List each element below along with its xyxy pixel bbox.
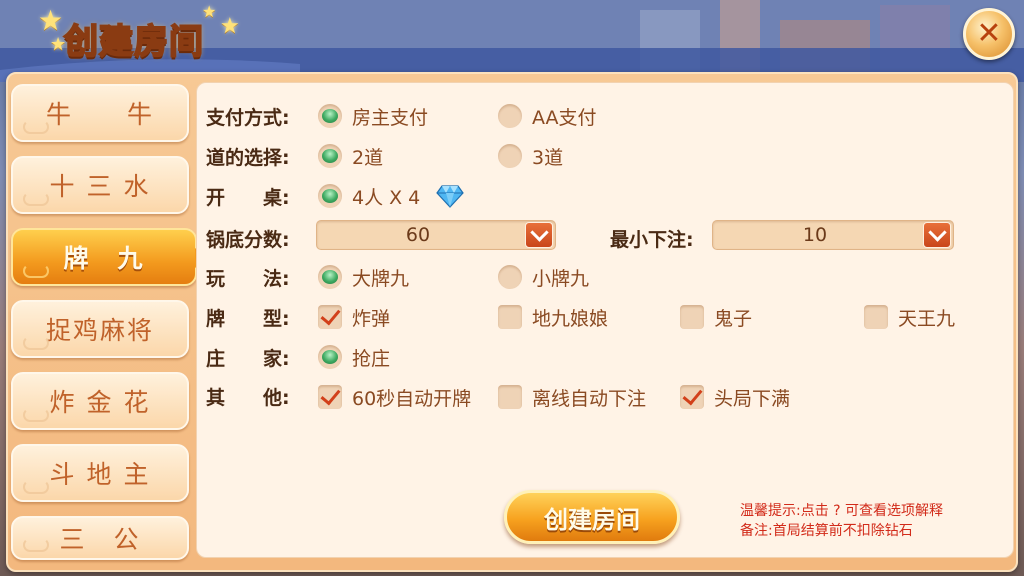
- card-type-tianwangjiu[interactable]: 天王九: [864, 304, 955, 330]
- tab-sangong[interactable]: 三 公: [11, 516, 189, 560]
- swirl-decoration-icon: [23, 120, 49, 134]
- checkbox-checked-icon[interactable]: [680, 385, 704, 409]
- play-option-big[interactable]: 大牌九: [318, 264, 409, 290]
- other-label: 其 他:: [206, 387, 290, 409]
- checkbox-checked-icon[interactable]: [318, 385, 342, 409]
- radio-icon[interactable]: [498, 265, 522, 289]
- min-bet-value: 10: [802, 224, 828, 246]
- radio-selected-icon[interactable]: [318, 184, 342, 208]
- swirl-decoration-icon: [23, 192, 49, 206]
- radio-selected-icon[interactable]: [318, 265, 342, 289]
- create-room-button[interactable]: 创建房间: [504, 490, 680, 544]
- star-icon: ★: [220, 14, 240, 39]
- table-label: 开 桌:: [206, 187, 290, 209]
- close-button[interactable]: ✕: [963, 8, 1015, 60]
- tip-help-text[interactable]: 温馨提示:点击 ? 可查看选项解释: [740, 500, 943, 520]
- tip-note-text: 备注:首局结算前不扣除钻石: [740, 523, 913, 539]
- other-option-autoopen[interactable]: 60秒自动开牌: [318, 384, 471, 410]
- tab-label: 捉鸡麻将: [45, 316, 154, 345]
- tab-niuniu[interactable]: 牛 牛: [11, 84, 189, 142]
- tab-doudizhu[interactable]: 斗 地 主: [11, 444, 189, 502]
- swirl-decoration-icon: [23, 408, 49, 422]
- tab-label: 斗 地 主: [49, 460, 151, 489]
- table-option-4x4[interactable]: 4人 X 4: [318, 183, 465, 209]
- tab-label: 炸 金 花: [49, 388, 151, 417]
- tab-label: 牌 九: [63, 244, 145, 273]
- star-icon: ★: [38, 4, 64, 37]
- close-icon: ✕: [976, 16, 1002, 51]
- min-bet-label: 最小下注:: [610, 229, 694, 251]
- other-option-offline-autobet[interactable]: 离线自动下注: [498, 384, 646, 410]
- checkbox-icon[interactable]: [498, 385, 522, 409]
- radio-icon[interactable]: [498, 104, 522, 128]
- swirl-decoration-icon: [23, 538, 49, 552]
- page-title: 创建房间: [63, 21, 204, 63]
- swirl-decoration-icon: [23, 336, 49, 350]
- checkbox-icon[interactable]: [864, 305, 888, 329]
- tab-label: 牛 牛: [45, 100, 154, 129]
- base-score-select[interactable]: 60: [316, 220, 556, 250]
- card-type-dijiu-niangniang[interactable]: 地九娘娘: [498, 304, 608, 330]
- card-types-label: 牌 型:: [206, 308, 290, 330]
- banker-option-grab[interactable]: 抢庄: [318, 344, 390, 370]
- tab-shisanshui[interactable]: 十 三 水: [11, 156, 189, 214]
- tab-zhajinhua[interactable]: 炸 金 花: [11, 372, 189, 430]
- card-type-bomb[interactable]: 炸弹: [318, 304, 390, 330]
- chevron-down-icon[interactable]: [923, 222, 951, 248]
- radio-selected-icon[interactable]: [318, 144, 342, 168]
- radio-selected-icon[interactable]: [318, 345, 342, 369]
- swirl-decoration-icon: [23, 264, 49, 278]
- checkbox-icon[interactable]: [498, 305, 522, 329]
- tab-label: 十 三 水: [49, 172, 151, 201]
- lanes-option-2[interactable]: 2道: [318, 143, 383, 169]
- tab-label: 三 公: [59, 525, 141, 554]
- banker-label: 庄 家:: [206, 348, 290, 370]
- page-title-banner: ★ ★ ★ ★ 创建房间: [22, 2, 262, 66]
- tab-paijiu[interactable]: 牌 九: [11, 228, 207, 286]
- other-option-first-full[interactable]: 头局下满: [680, 384, 790, 410]
- payment-label: 支付方式:: [206, 107, 290, 129]
- base-score-value: 60: [405, 224, 431, 246]
- play-label: 玩 法:: [206, 268, 290, 290]
- chevron-down-icon[interactable]: [525, 222, 553, 248]
- payment-option-owner[interactable]: 房主支付: [318, 103, 428, 129]
- base-score-label: 锅底分数:: [206, 229, 290, 251]
- swirl-decoration-icon: [23, 480, 49, 494]
- checkbox-icon[interactable]: [680, 305, 704, 329]
- lanes-label: 道的选择:: [206, 147, 290, 169]
- diamond-icon: [436, 185, 465, 208]
- lanes-option-3[interactable]: 3道: [498, 143, 563, 169]
- payment-option-aa[interactable]: AA支付: [498, 103, 597, 129]
- radio-selected-icon[interactable]: [318, 104, 342, 128]
- radio-icon[interactable]: [498, 144, 522, 168]
- card-type-guizi[interactable]: 鬼子: [680, 304, 752, 330]
- min-bet-select[interactable]: 10: [712, 220, 954, 250]
- checkbox-checked-icon[interactable]: [318, 305, 342, 329]
- play-option-small[interactable]: 小牌九: [498, 264, 589, 290]
- star-icon: ★: [202, 2, 217, 21]
- tab-zhuoji-mahjong[interactable]: 捉鸡麻将: [11, 300, 189, 358]
